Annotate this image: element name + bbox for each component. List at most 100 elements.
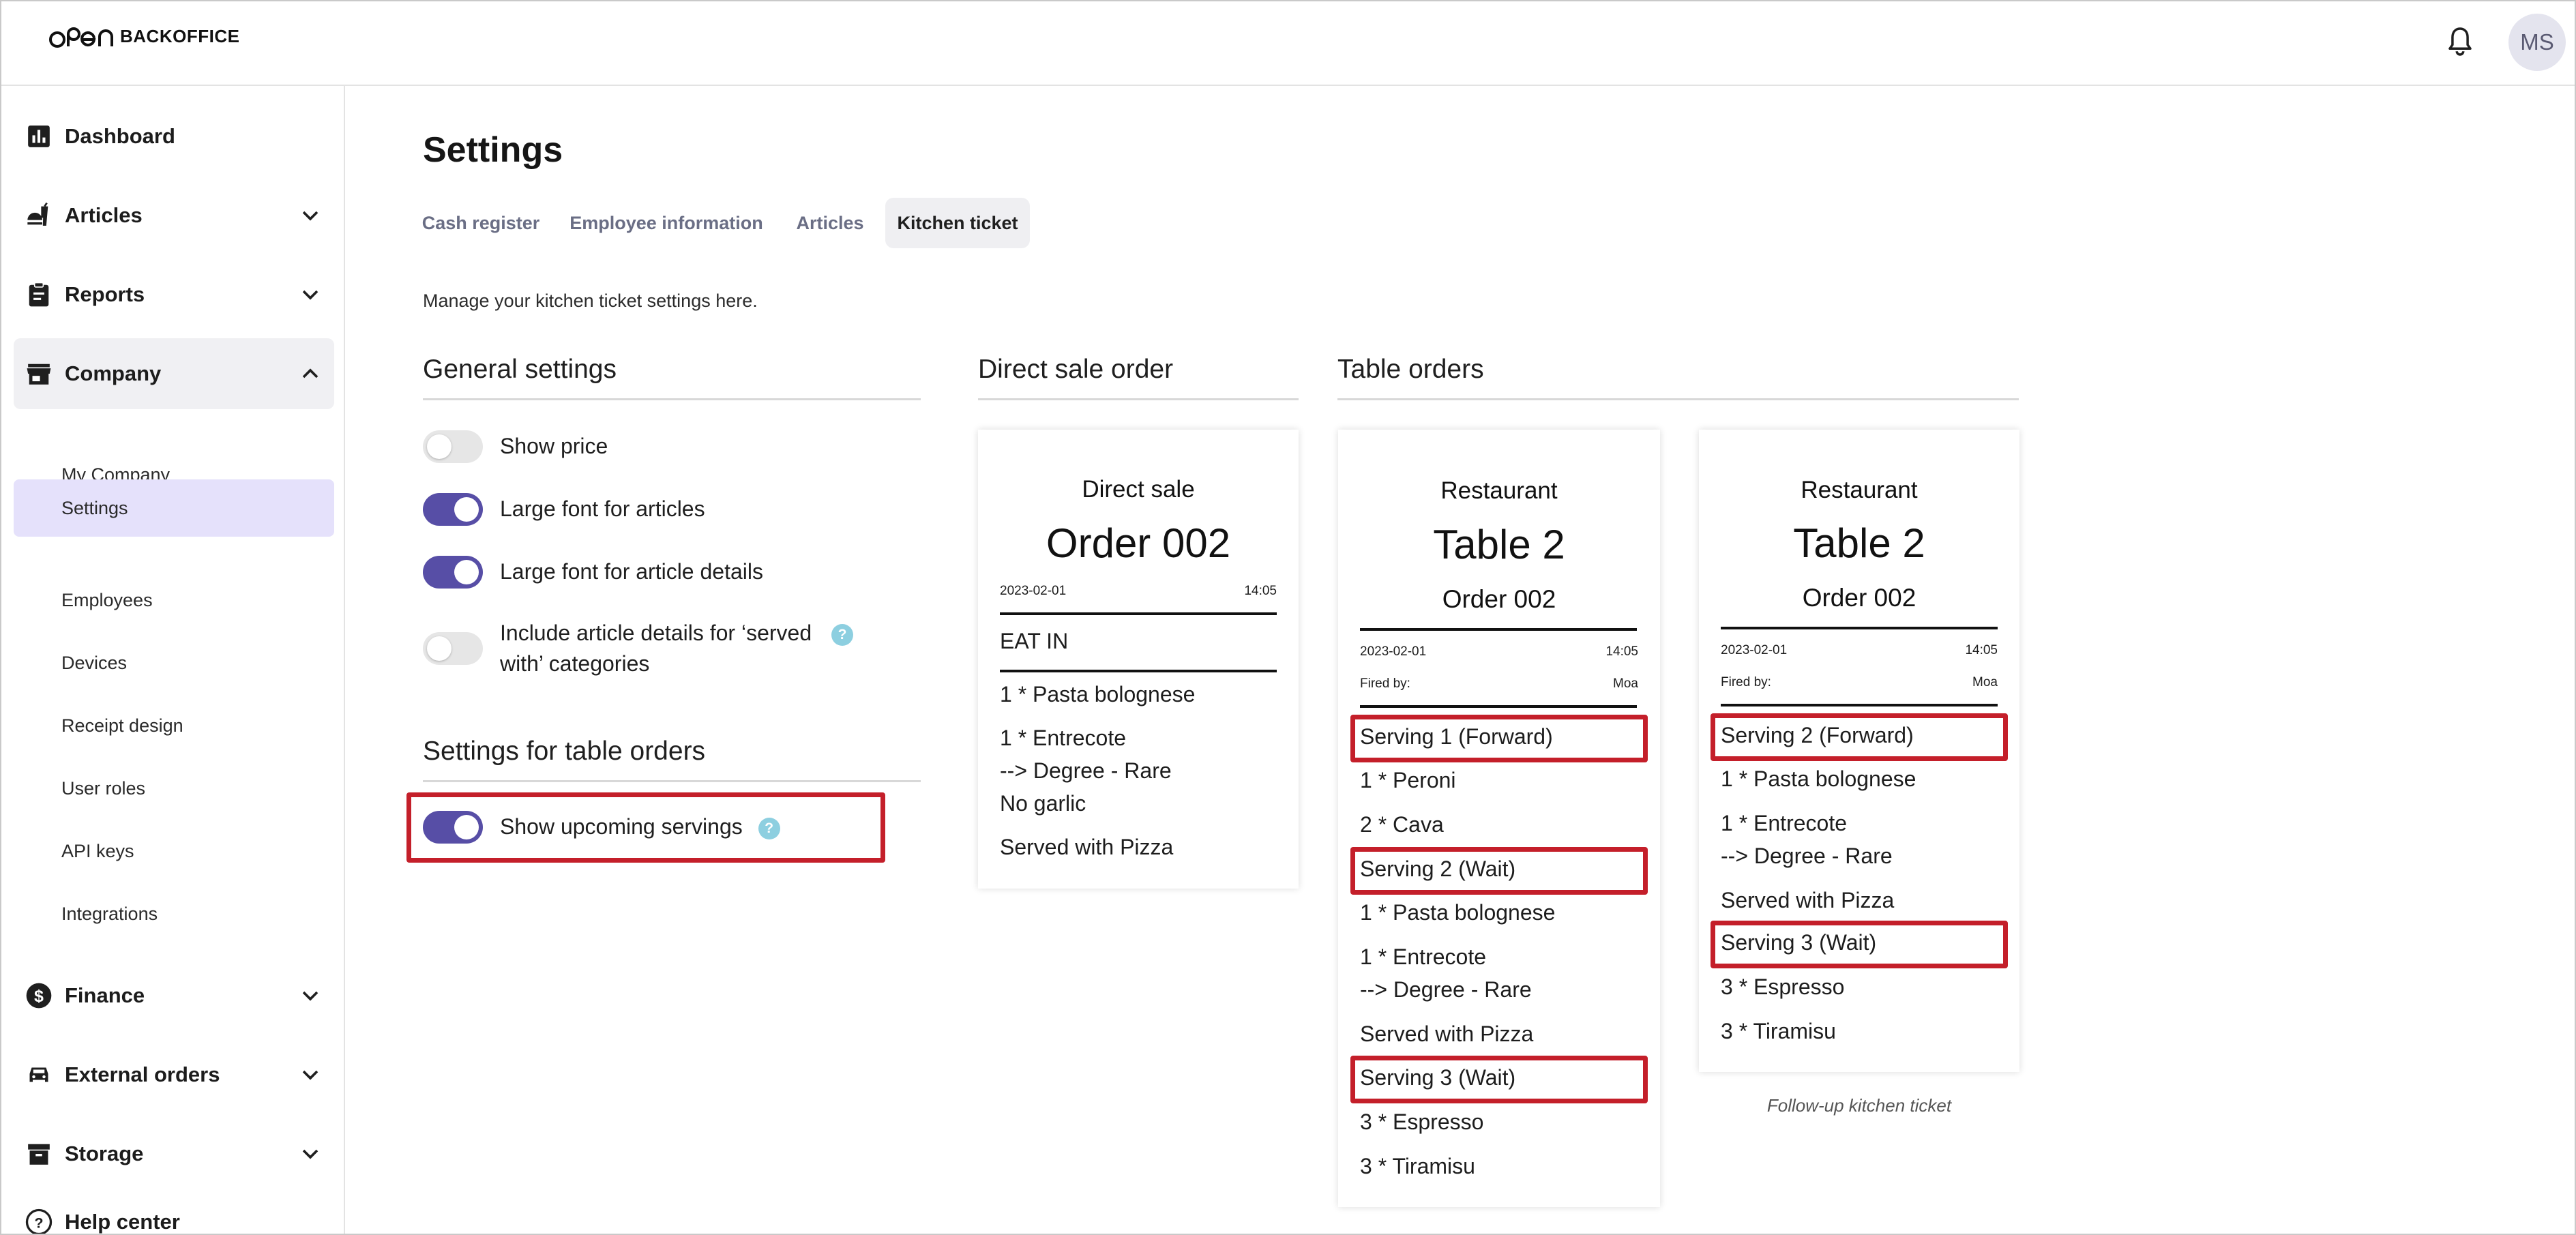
ticket-type: Direct sale [1082,476,1195,503]
sidebar-item-help-center[interactable]: ? Help center [14,1187,334,1234]
ticket-line: 3 * Tiramisu [1721,1019,1836,1043]
sidebar-item-reports[interactable]: Reports [14,259,334,330]
sidebar-item-dashboard[interactable]: Dashboard [14,101,334,172]
ticket-line: No garlic [1000,791,1086,816]
ticket-line: --> Degree - Rare [1360,977,1532,1002]
car-icon [25,1060,53,1089]
ticket-date: 2023-02-01 [1360,644,1427,659]
tab-employee-information[interactable]: Employee information [559,198,773,248]
chevron-down-icon [302,991,319,1001]
ticket-divider [1721,627,1998,629]
top-bar: BACKOFFICE MS [1,1,2575,86]
ticket-line: 1 * Entrecote [1000,726,1126,750]
include-article-details-toggle[interactable] [423,632,483,665]
sidebar-item-company[interactable]: Company [14,338,334,409]
chevron-down-icon [302,290,319,300]
toggle-label: Large font for article details [500,559,763,584]
sidebar-item-label: Reports [65,282,145,306]
sidebar-subitem-devices[interactable]: Devices [14,635,334,691]
store-icon [25,359,53,388]
logo-text: BACKOFFICE [120,26,240,46]
sidebar-subitem-label: User roles [61,777,146,799]
tab-cash-register[interactable]: Cash register [416,198,546,248]
ticket-order-number: Order 002 [1442,585,1556,613]
ticket-line: 3 * Espresso [1721,974,1845,999]
table-order-settings-heading: Settings for table orders [423,736,706,766]
follow-up-ticket-preview: Restaurant Table 2 Order 002 2023-02-01 … [1699,430,2019,1072]
sidebar-subitem-label: API keys [61,840,134,861]
ticket-divider [1000,670,1277,672]
serving-header: Serving 3 (Wait) [1721,930,1877,955]
sidebar-subitem-receipt-design[interactable]: Receipt design [14,698,334,754]
logo[interactable]: BACKOFFICE [49,22,239,56]
sidebar-item-label: Dashboard [65,124,175,148]
serving-header: Serving 2 (Wait) [1360,857,1516,881]
clipboard-icon [25,280,53,309]
large-font-articles-toggle[interactable] [423,493,483,526]
sidebar-subitem-label: Devices [61,652,128,673]
sidebar-subitem-label: Receipt design [61,715,183,736]
table-orders-heading: Table orders [1337,355,1484,384]
page-title: Settings [423,130,563,170]
ticket-line: 1 * Pasta bolognese [1721,767,1916,791]
notification-bell-icon[interactable] [2447,26,2473,57]
food-icon [25,201,53,230]
ticket-line: Served with Pizza [1360,1022,1534,1046]
show-price-toggle[interactable] [423,430,483,463]
sidebar-subitem-label: Settings [61,497,128,518]
ticket-mode: EAT IN [1000,629,1069,653]
toggle-label: Show upcoming servings ? [500,812,780,842]
sidebar-item-label: External orders [65,1062,220,1086]
svg-text:$: $ [34,987,44,1006]
ticket-venue: Restaurant [1440,477,1558,504]
ticket-line: 1 * Entrecote [1360,944,1486,969]
sidebar-item-articles[interactable]: Articles [14,180,334,251]
app-frame: BACKOFFICE MS Dashboard Articles Reports… [0,0,2576,1235]
user-avatar[interactable]: MS [2508,14,2566,71]
dollar-icon: $ [25,981,53,1010]
ticket-fired-by: Moa [1613,676,1638,691]
serving-header: Serving 1 (Forward) [1360,724,1553,749]
sidebar-subitem-integrations[interactable]: Integrations [14,886,334,942]
sidebar-subitem-employees[interactable]: Employees [14,572,334,628]
toggle-label-line: with’ categories [500,651,650,676]
large-font-article-details-toggle[interactable] [423,556,483,589]
ticket-line: --> Degree - Rare [1721,844,1893,868]
tab-kitchen-ticket[interactable]: Kitchen ticket [885,198,1030,248]
svg-text:?: ? [34,1214,43,1231]
sidebar-subitem-settings[interactable]: Settings [14,479,334,537]
bar-chart-icon [25,122,53,151]
ticket-line: 2 * Cava [1360,812,1444,837]
sidebar-subitem-user-roles[interactable]: User roles [14,760,334,816]
ticket-order-number: Order 002 [1802,584,1916,612]
ticket-line: Served with Pizza [1721,888,1895,912]
tab-articles[interactable]: Articles [787,198,873,248]
sidebar-item-label: Help center [65,1210,180,1234]
sidebar-item-label: Storage [65,1142,144,1165]
archive-icon [25,1140,53,1168]
section-divider [423,398,921,400]
general-settings-heading: General settings [423,355,617,384]
sidebar-item-external-orders[interactable]: External orders [14,1039,334,1110]
toggle-label: Large font for articles [500,496,705,521]
ticket-fired-label: Fired by: [1360,676,1410,691]
help-tooltip-icon[interactable]: ? [758,817,780,839]
ticket-divider [1360,628,1637,631]
page-description: Manage your kitchen ticket settings here… [423,291,758,311]
toggle-label: Show price [500,434,608,458]
sidebar-item-storage[interactable]: Storage [14,1118,334,1189]
ticket-table: Table 2 [1793,520,1925,566]
serving-header: Serving 3 (Wait) [1360,1065,1516,1090]
section-divider [1337,398,2019,400]
chevron-up-icon [302,368,319,378]
help-icon: ? [25,1208,53,1234]
help-tooltip-icon[interactable]: ? [831,623,853,646]
show-upcoming-servings-toggle[interactable] [423,811,483,844]
ticket-table: Table 2 [1433,522,1565,567]
ticket-line: 3 * Espresso [1360,1110,1484,1134]
sidebar-item-finance[interactable]: $ Finance [14,960,334,1031]
ticket-venue: Restaurant [1801,477,1918,503]
sidebar-subitem-api-keys[interactable]: API keys [14,823,334,879]
logo-mark-icon [49,27,113,48]
ticket-time: 14:05 [1605,644,1638,659]
